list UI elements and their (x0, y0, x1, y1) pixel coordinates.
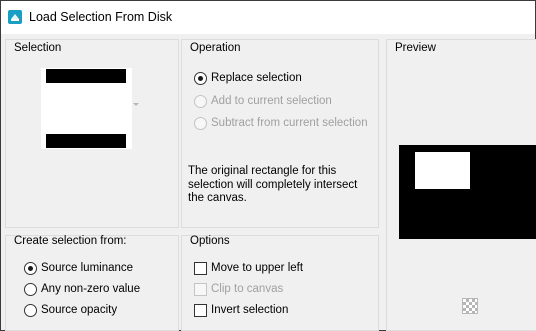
radio-add-to-selection: Add to current selection (194, 93, 332, 109)
info-line: The original rectangle for this (188, 165, 337, 177)
radio-label: Source opacity (41, 304, 118, 316)
preview-selection-rect (415, 152, 470, 189)
radio-label: Replace selection (211, 72, 302, 84)
thumbnail-top-bar (46, 69, 126, 83)
create-from-panel-title: Create selection from: (14, 235, 127, 247)
selection-panel-title: Selection (14, 42, 62, 54)
radio-button[interactable] (24, 282, 37, 296)
checkbox-clip-to-canvas: Clip to canvas (194, 281, 283, 297)
checkbox-label: Invert selection (211, 304, 289, 316)
selection-thumbnail[interactable] (41, 68, 132, 149)
checkbox-label: Clip to canvas (211, 283, 284, 295)
checkbox-label: Move to upper left (211, 262, 304, 274)
info-line: the canvas. (188, 192, 247, 204)
options-panel-title: Options (190, 235, 230, 247)
preview-panel-title: Preview (395, 42, 436, 54)
checkbox-invert-selection[interactable]: Invert selection (194, 302, 288, 318)
app-selection-icon (8, 10, 22, 24)
radio-label: Subtract from current selection (211, 117, 368, 129)
radio-replace-selection[interactable]: Replace selection (194, 70, 302, 86)
dialog-window: Load Selection From Disk Selection Opera… (0, 0, 536, 331)
thumbnail-bottom-bar (46, 134, 126, 148)
radio-source-luminance[interactable]: Source luminance (24, 260, 133, 276)
preview-canvas (399, 145, 536, 239)
radio-label: Add to current selection (211, 95, 332, 107)
title-bar[interactable]: Load Selection From Disk (1, 1, 535, 34)
info-line: selection will completely intersect (188, 178, 358, 191)
checkbox (194, 282, 207, 296)
checkbox[interactable] (194, 303, 207, 317)
radio-any-non-zero-value[interactable]: Any non-zero value (24, 281, 140, 297)
radio-subtract-from-selection: Subtract from current selection (194, 115, 368, 131)
chevron-down-icon[interactable] (133, 103, 139, 106)
radio-source-opacity[interactable]: Source opacity (24, 302, 117, 318)
radio-label: Source luminance (41, 262, 134, 274)
checkbox[interactable] (194, 261, 207, 275)
checkbox-move-to-upper-left[interactable]: Move to upper left (194, 260, 303, 276)
radio-button[interactable] (24, 303, 37, 317)
radio-button[interactable] (194, 71, 207, 85)
checkerboard-icon[interactable] (462, 298, 478, 314)
window-title: Load Selection From Disk (29, 10, 173, 24)
radio-button[interactable] (24, 261, 37, 275)
radio-button (194, 116, 207, 130)
operation-info-text: The original rectangle for this selectio… (188, 165, 376, 206)
operation-panel-title: Operation (190, 42, 241, 54)
radio-button (194, 94, 207, 108)
radio-label: Any non-zero value (41, 283, 141, 295)
